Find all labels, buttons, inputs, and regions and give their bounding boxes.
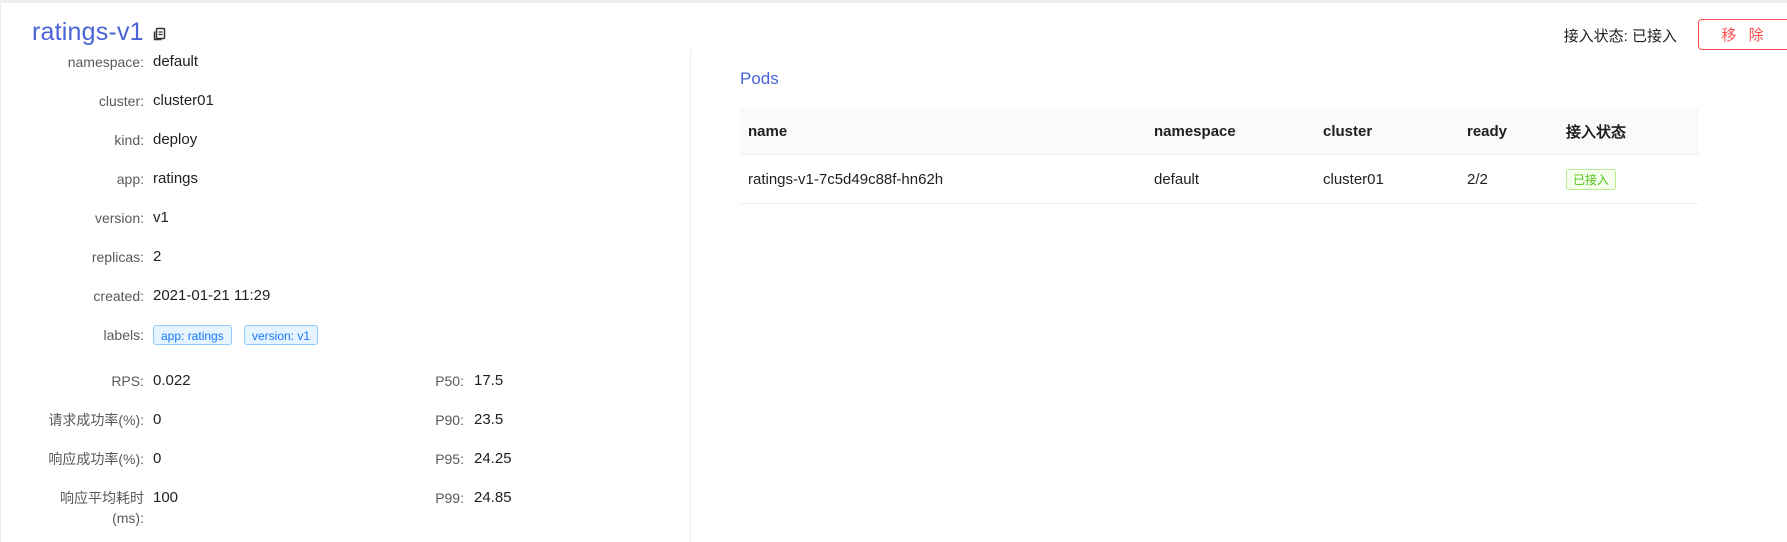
kind-value: deploy xyxy=(153,131,198,148)
rps-value: 0.022 xyxy=(153,372,191,389)
p50-label: P50: xyxy=(435,373,464,389)
avg-latency-label-line1: 响应平均耗时 xyxy=(60,490,144,506)
pod-status-cell: 已接入 xyxy=(1566,155,1617,203)
p95-value: 24.25 xyxy=(474,450,512,467)
access-status-value: 已接入 xyxy=(1631,28,1677,45)
p99-value: 24.85 xyxy=(474,489,512,506)
page-title: ratings-v1 xyxy=(32,18,144,46)
access-status-label: 接入状态: xyxy=(1563,28,1628,45)
created-value: 2021-01-21 11:29 xyxy=(153,287,271,304)
response-success-rate-label: 响应成功率(%): xyxy=(48,451,144,467)
kind-label: kind: xyxy=(114,132,144,148)
pod-ready-cell: 2/2 xyxy=(1467,170,1488,188)
column-header-namespace[interactable]: namespace xyxy=(1154,108,1236,154)
column-header-ready[interactable]: ready xyxy=(1467,108,1507,154)
column-header-access-status[interactable]: 接入状态 xyxy=(1566,108,1626,154)
p90-value: 23.5 xyxy=(474,411,504,428)
cluster-label: cluster: xyxy=(98,93,144,109)
created-label: created: xyxy=(93,288,144,304)
version-label: version: xyxy=(94,210,144,226)
labels-label: labels: xyxy=(103,327,144,343)
pods-table: name namespace cluster ready 接入状态 rating… xyxy=(740,108,1699,204)
p95-label: P95: xyxy=(435,451,464,467)
table-header: name namespace cluster ready 接入状态 xyxy=(740,108,1699,155)
pod-cluster-cell: cluster01 xyxy=(1323,170,1384,188)
left-border xyxy=(0,3,1,542)
pod-namespace-cell: default xyxy=(1154,170,1200,188)
p50-value: 17.5 xyxy=(474,372,504,389)
column-header-cluster[interactable]: cluster xyxy=(1323,108,1372,154)
table-row[interactable]: ratings-v1-7c5d49c88f-hn62h default clus… xyxy=(740,155,1699,204)
avg-latency-label-line2: (ms): xyxy=(112,510,144,526)
replicas-value: 2 xyxy=(153,248,162,265)
p90-label: P90: xyxy=(435,412,464,428)
app-value: ratings xyxy=(153,170,199,187)
pods-section-title: Pods xyxy=(740,69,779,88)
replicas-label: replicas: xyxy=(91,249,144,265)
label-tag-app: app: ratings xyxy=(153,325,232,345)
p99-label: P99: xyxy=(435,490,464,506)
response-success-rate-value: 0 xyxy=(153,450,162,467)
label-tag-version: version: v1 xyxy=(244,325,319,345)
pod-status-badge: 已接入 xyxy=(1566,168,1617,190)
rps-label: RPS: xyxy=(111,373,144,389)
panel-divider xyxy=(690,50,691,542)
copy-icon[interactable] xyxy=(151,25,169,43)
namespace-label: namespace: xyxy=(67,54,144,70)
remove-button[interactable]: 移 除 xyxy=(1698,19,1787,50)
avg-latency-label: 响应平均耗时 (ms): xyxy=(20,488,144,528)
column-header-name[interactable]: name xyxy=(748,108,787,154)
success-rate-value: 0 xyxy=(153,411,162,428)
success-rate-label: 请求成功率(%): xyxy=(48,412,144,428)
cluster-value: cluster01 xyxy=(153,92,214,109)
avg-latency-value: 100 xyxy=(153,489,179,506)
access-status: 接入状态: 已接入 xyxy=(1564,25,1677,46)
version-value: v1 xyxy=(153,209,169,226)
top-border xyxy=(0,0,1787,3)
namespace-value: default xyxy=(153,53,199,70)
pod-name-cell: ratings-v1-7c5d49c88f-hn62h xyxy=(748,170,944,188)
app-label: app: xyxy=(116,171,144,187)
